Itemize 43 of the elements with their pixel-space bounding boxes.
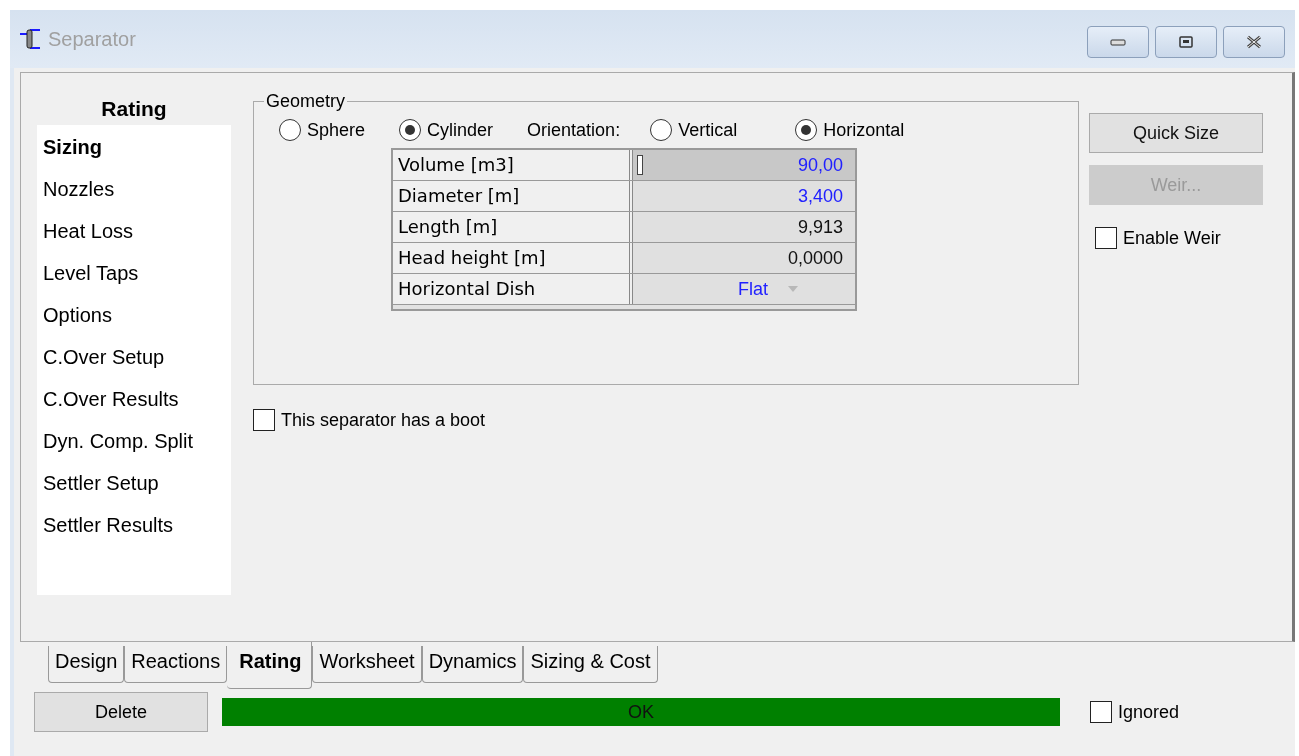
maximize-icon <box>1179 36 1193 48</box>
tab[interactable]: Sizing & Cost <box>523 646 658 683</box>
enable-weir-checkbox[interactable]: Enable Weir <box>1095 227 1263 249</box>
property-label: Head height [m] <box>393 243 633 273</box>
property-value[interactable]: 90,00 <box>633 150 855 180</box>
separator-icon <box>18 28 42 50</box>
radio-option[interactable]: Vertical <box>650 119 738 141</box>
status-bar: OK <box>222 698 1060 726</box>
sidebar-item[interactable]: Dyn. Comp. Split <box>37 423 231 465</box>
sidebar-item[interactable]: Options <box>37 297 231 339</box>
orientation-label: Orientation: <box>527 119 621 141</box>
radio-option[interactable]: Cylinder <box>399 119 494 141</box>
tab[interactable]: Rating <box>227 642 313 689</box>
property-label: Horizontal Dish <box>393 274 633 304</box>
sidebar-item[interactable]: Settler Results <box>37 507 231 549</box>
window-title: Separator <box>48 27 136 51</box>
minimize-button[interactable] <box>1087 26 1149 58</box>
radio-option[interactable]: Sphere <box>279 119 366 141</box>
property-label: Length [m] <box>393 212 633 242</box>
sidebar-item[interactable]: Level Taps <box>37 255 231 297</box>
tab[interactable]: Worksheet <box>312 646 422 683</box>
sidebar-heading: Rating <box>100 97 168 121</box>
tab[interactable]: Reactions <box>124 646 228 683</box>
minimize-icon <box>1110 38 1126 46</box>
sidebar-item[interactable]: Settler Setup <box>37 465 231 507</box>
ignored-checkbox[interactable]: Ignored <box>1090 701 1180 723</box>
sidebar-item[interactable]: Heat Loss <box>37 213 231 255</box>
group-title: Geometry <box>264 92 348 110</box>
property-label: Volume [m3] <box>393 150 633 180</box>
close-icon <box>1245 35 1263 49</box>
tab[interactable]: Design <box>48 646 125 683</box>
sidebar-item[interactable]: C.Over Setup <box>37 339 231 381</box>
sidebar-item[interactable]: Sizing <box>37 129 231 171</box>
maximize-button[interactable] <box>1155 26 1217 58</box>
delete-button[interactable]: Delete <box>34 692 208 732</box>
sidebar-item[interactable]: C.Over Results <box>37 381 231 423</box>
property-label: Diameter [m] <box>393 181 633 211</box>
action-button[interactable]: Quick Size <box>1089 113 1263 153</box>
boot-checkbox[interactable]: This separator has a boot <box>253 409 1079 431</box>
sidebar-item[interactable]: Nozzles <box>37 171 231 213</box>
radio-option[interactable]: Horizontal <box>795 119 905 141</box>
close-button[interactable] <box>1223 26 1285 58</box>
tab[interactable]: Dynamics <box>421 646 524 683</box>
